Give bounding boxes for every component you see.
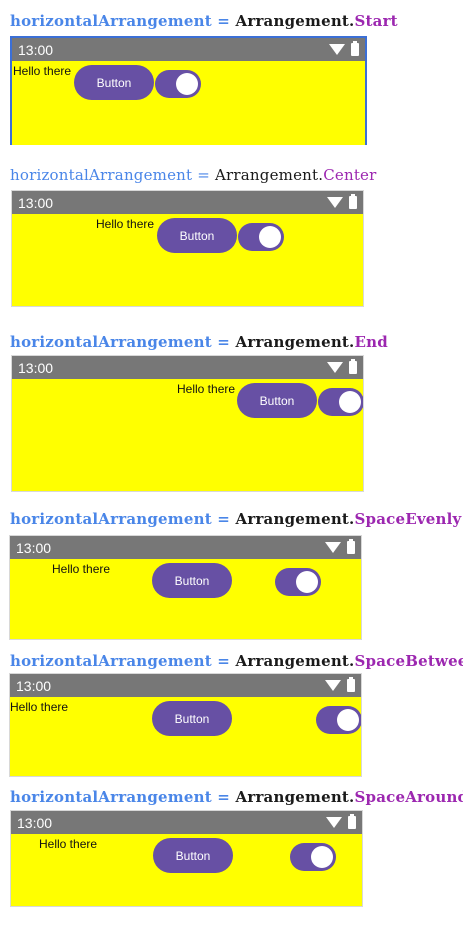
caption-class: Arrangement. bbox=[235, 12, 355, 30]
preview-space-evenly[interactable]: 13:00 Hello there Button bbox=[9, 535, 362, 640]
battery-icon bbox=[348, 814, 356, 829]
caption-class: Arrangement. bbox=[235, 652, 355, 670]
caption-value: Center bbox=[323, 166, 377, 184]
button[interactable]: Button bbox=[152, 563, 232, 598]
switch-toggle[interactable] bbox=[316, 706, 361, 734]
caption-equals: = bbox=[217, 510, 231, 528]
caption-class: Arrangement. bbox=[235, 510, 355, 528]
status-bar: 13:00 bbox=[11, 811, 362, 834]
status-time: 13:00 bbox=[17, 815, 53, 831]
status-time: 13:00 bbox=[16, 678, 52, 694]
caption-property: horizontalArrangement bbox=[10, 12, 212, 30]
button[interactable]: Button bbox=[153, 838, 233, 873]
wifi-icon bbox=[326, 817, 342, 828]
hello-text: Hello there bbox=[96, 217, 155, 231]
battery-icon bbox=[349, 194, 357, 209]
row-content: Hello there Button bbox=[12, 214, 363, 306]
switch-thumb bbox=[176, 73, 198, 95]
battery-icon bbox=[349, 359, 357, 374]
status-bar: 13:00 bbox=[10, 536, 361, 559]
battery-icon bbox=[347, 539, 355, 554]
preview-end[interactable]: 13:00 Hello there Button bbox=[11, 355, 364, 492]
button[interactable]: Button bbox=[157, 218, 237, 253]
button[interactable]: Button bbox=[74, 65, 154, 100]
switch-toggle[interactable] bbox=[290, 843, 336, 871]
hello-text: Hello there bbox=[10, 700, 69, 714]
status-bar: 13:00 bbox=[10, 674, 361, 697]
row-content: Hello there Button bbox=[10, 559, 361, 639]
row-content: Hello there Button bbox=[12, 61, 365, 145]
caption-equals: = bbox=[217, 652, 231, 670]
battery-icon bbox=[351, 41, 359, 56]
caption-value: SpaceBetween bbox=[354, 652, 463, 670]
status-bar: 13:00 bbox=[12, 356, 363, 379]
preview-space-around[interactable]: 13:00 Hello there Button bbox=[10, 810, 363, 907]
caption-space-evenly: horizontalArrangement = Arrangement.Spac… bbox=[10, 510, 461, 528]
wifi-icon bbox=[329, 44, 345, 55]
caption-value: End bbox=[354, 333, 388, 351]
caption-property: horizontalArrangement bbox=[10, 166, 193, 184]
caption-value: SpaceEvenly bbox=[354, 510, 462, 528]
switch-toggle[interactable] bbox=[155, 70, 201, 98]
switch-toggle[interactable] bbox=[238, 223, 284, 251]
switch-toggle[interactable] bbox=[318, 388, 363, 416]
caption-start: horizontalArrangement = Arrangement.Star… bbox=[10, 12, 398, 30]
wifi-icon bbox=[327, 197, 343, 208]
wifi-icon bbox=[327, 362, 343, 373]
switch-thumb bbox=[337, 709, 359, 731]
switch-toggle[interactable] bbox=[275, 568, 321, 596]
switch-thumb bbox=[296, 571, 318, 593]
preview-space-between[interactable]: 13:00 Hello there Button bbox=[9, 673, 362, 777]
caption-property: horizontalArrangement bbox=[10, 510, 212, 528]
row-content: Hello there Button bbox=[11, 834, 362, 906]
caption-equals: = bbox=[217, 333, 231, 351]
caption-space-between: horizontalArrangement = Arrangement.Spac… bbox=[10, 652, 463, 670]
status-bar: 13:00 bbox=[12, 191, 363, 214]
caption-space-around: horizontalArrangement = Arrangement.Spac… bbox=[10, 788, 463, 806]
caption-equals: = bbox=[197, 166, 211, 184]
status-time: 13:00 bbox=[18, 195, 54, 211]
caption-property: horizontalArrangement bbox=[10, 333, 212, 351]
caption-equals: = bbox=[217, 12, 231, 30]
hello-text: Hello there bbox=[177, 382, 236, 396]
status-time: 13:00 bbox=[16, 540, 52, 556]
caption-class: Arrangement. bbox=[215, 166, 324, 184]
caption-property: horizontalArrangement bbox=[10, 652, 212, 670]
switch-thumb bbox=[311, 846, 333, 868]
row-content: Hello there Button bbox=[12, 379, 363, 491]
button[interactable]: Button bbox=[237, 383, 317, 418]
switch-thumb bbox=[259, 226, 281, 248]
preview-start[interactable]: 13:00 Hello there Button bbox=[10, 36, 367, 145]
status-bar: 13:00 bbox=[12, 38, 365, 61]
caption-value: SpaceAround bbox=[354, 788, 463, 806]
caption-property: horizontalArrangement bbox=[10, 788, 212, 806]
caption-end: horizontalArrangement = Arrangement.End bbox=[10, 333, 388, 351]
caption-class: Arrangement. bbox=[235, 333, 355, 351]
status-time: 13:00 bbox=[18, 42, 54, 58]
wifi-icon bbox=[325, 542, 341, 553]
battery-icon bbox=[347, 677, 355, 692]
caption-class: Arrangement. bbox=[235, 788, 355, 806]
wifi-icon bbox=[325, 680, 341, 691]
hello-text: Hello there bbox=[39, 837, 98, 851]
status-time: 13:00 bbox=[18, 360, 54, 376]
row-content: Hello there Button bbox=[10, 697, 361, 776]
button[interactable]: Button bbox=[152, 701, 232, 736]
caption-value: Start bbox=[354, 12, 398, 30]
hello-text: Hello there bbox=[13, 64, 72, 78]
caption-center: horizontalArrangement = Arrangement.Cent… bbox=[10, 166, 377, 184]
hello-text: Hello there bbox=[52, 562, 111, 576]
switch-thumb bbox=[339, 391, 361, 413]
preview-center[interactable]: 13:00 Hello there Button bbox=[11, 190, 364, 307]
caption-equals: = bbox=[217, 788, 231, 806]
